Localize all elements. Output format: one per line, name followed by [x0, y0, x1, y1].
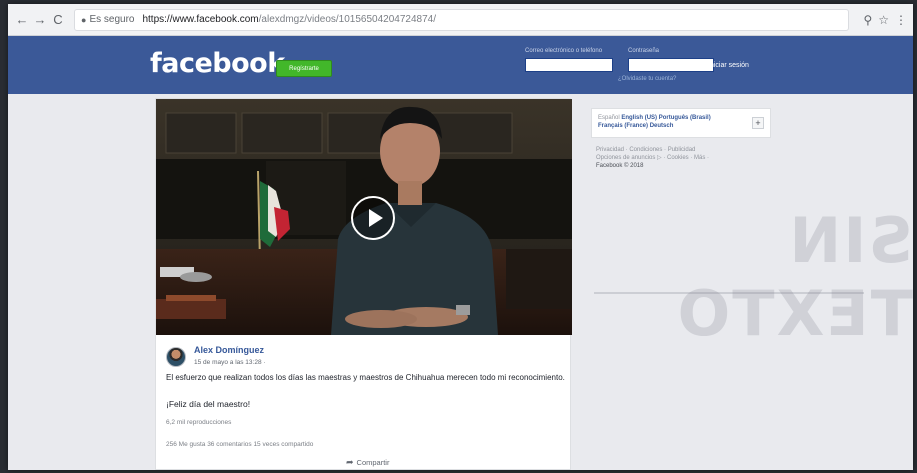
- footer-line-1[interactable]: Privacidad · Condiciones · Publicidad: [596, 146, 776, 154]
- copyright: Facebook © 2018: [596, 163, 644, 169]
- language-row-2: Français (France) Deutsch: [598, 122, 764, 130]
- video-post-card: Alex Domínguez 15 de mayo a las 13:28 · …: [155, 98, 572, 470]
- play-button[interactable]: [351, 196, 395, 240]
- facebook-header: facebook Regístrarte Correo electrónico …: [8, 36, 913, 94]
- forward-arrow-icon[interactable]: →: [32, 12, 48, 28]
- register-button[interactable]: Regístrarte: [276, 60, 332, 77]
- post-text: El esfuerzo que realizan todos los días …: [166, 373, 565, 382]
- post-body: Alex Domínguez 15 de mayo a las 13:28 · …: [156, 335, 572, 470]
- page-content: SIN TEXTO Alex Domínguez 15 de mayo a la…: [8, 94, 913, 470]
- menu-icon[interactable]: ⋮: [895, 13, 907, 27]
- email-label: Correo electrónico o teléfono: [525, 48, 603, 54]
- browser-toolbar: ← → C ● Es seguro https://www.facebook.c…: [8, 4, 913, 36]
- browser-actions: ⚲ ☆ ⋮: [857, 13, 907, 27]
- view-count: 6,2 mil reproducciones: [166, 419, 232, 426]
- language-box: Español English (US) Português (Brasil) …: [591, 108, 771, 138]
- video-player[interactable]: [156, 99, 572, 335]
- url-domain: https://www.facebook.com: [142, 14, 259, 25]
- lang-pt[interactable]: Português (Brasil): [659, 115, 711, 121]
- footer-line-2[interactable]: Opciones de anuncios ▷ · Cookies · Más ·: [596, 154, 776, 162]
- url-path: /alexdmgz/videos/10156504204724874/: [258, 14, 437, 25]
- post-stats[interactable]: 256 Me gusta 36 comentarios 15 veces com…: [166, 441, 313, 448]
- lock-icon: ●: [81, 14, 87, 25]
- more-languages-button[interactable]: +: [752, 117, 764, 129]
- reload-icon[interactable]: C: [50, 12, 66, 28]
- footer-links: Privacidad · Condiciones · Publicidad Op…: [596, 146, 776, 170]
- screen: ← → C ● Es seguro https://www.facebook.c…: [8, 4, 913, 470]
- lang-fr[interactable]: Français (France): [598, 123, 648, 129]
- share-label: Compartir: [356, 458, 390, 467]
- author-avatar[interactable]: [166, 347, 186, 367]
- share-icon: ➦: [346, 457, 354, 467]
- email-field[interactable]: [525, 58, 613, 72]
- zoom-icon[interactable]: ⚲: [863, 13, 872, 27]
- lang-es[interactable]: Español: [598, 115, 620, 121]
- forgot-account-link[interactable]: ¿Olvidaste tu cuenta?: [618, 76, 676, 82]
- login-button[interactable]: Iniciar sesión: [708, 58, 749, 72]
- secure-label: Es seguro: [89, 14, 135, 25]
- post-date[interactable]: 15 de mayo a las 13:28 ·: [194, 359, 266, 366]
- language-row-1: Español English (US) Português (Brasil): [598, 114, 764, 122]
- background-paper-rule: [594, 292, 864, 294]
- lang-de[interactable]: Deutsch: [650, 123, 674, 129]
- back-arrow-icon[interactable]: ←: [14, 12, 30, 28]
- lang-en[interactable]: English (US): [621, 115, 657, 121]
- facebook-logo[interactable]: facebook: [150, 48, 285, 79]
- password-field[interactable]: [628, 58, 714, 72]
- background-paper-text: SIN TEXTO: [675, 204, 913, 350]
- star-icon[interactable]: ☆: [878, 13, 889, 27]
- share-button[interactable]: ➦ Compartir: [346, 457, 389, 468]
- post-text-greeting: ¡Feliz día del maestro!: [166, 399, 251, 409]
- password-label: Contraseña: [628, 48, 660, 54]
- address-bar[interactable]: ● Es seguro https://www.facebook.com/ale…: [74, 8, 850, 31]
- post-author[interactable]: Alex Domínguez: [194, 345, 264, 355]
